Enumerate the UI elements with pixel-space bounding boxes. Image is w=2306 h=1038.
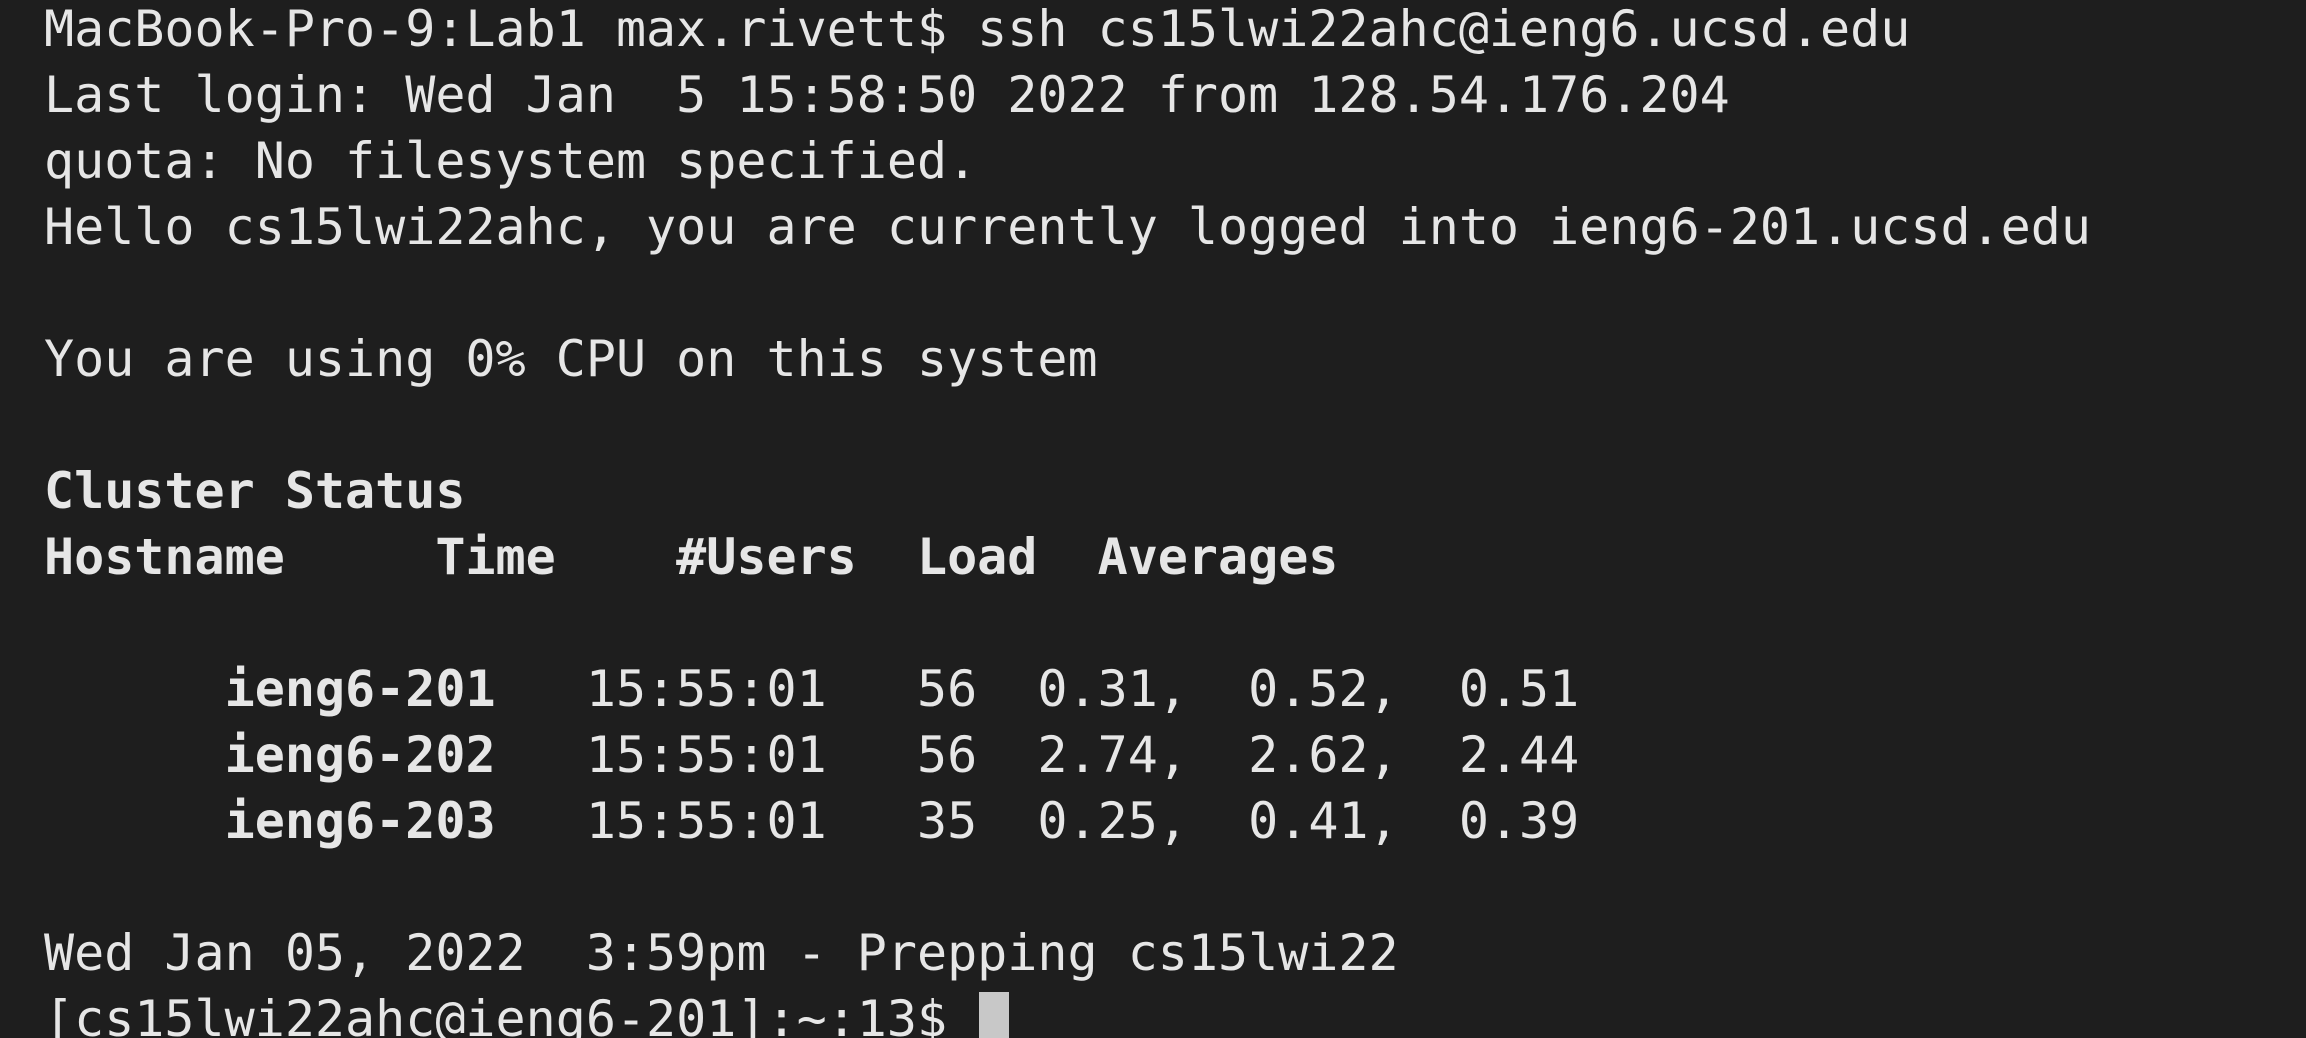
cluster-row: ieng6-201 15:55:01 56 0.31, 0.52, 0.51: [44, 590, 2091, 718]
cluster-row-values: 15:55:01 35 0.25, 0.41, 0.39: [495, 792, 1580, 850]
cluster-status-title: Cluster Status: [44, 462, 466, 520]
hello-line: Hello cs15lwi22ahc, you are currently lo…: [44, 198, 2091, 256]
cpu-usage-line: You are using 0% CPU on this system: [44, 330, 1098, 388]
text-cursor: [979, 992, 1010, 1038]
quota-line: quota: No filesystem specified.: [44, 132, 978, 190]
shell-prompt-line[interactable]: [cs15lwi22ahc@ieng6-201]:~:13$: [44, 986, 2091, 1038]
shell-prompt: [cs15lwi22ahc@ieng6-201]:~:13$: [44, 990, 978, 1038]
cluster-hostname: ieng6-201: [224, 660, 496, 718]
cluster-hostname: ieng6-202: [224, 726, 496, 784]
cluster-table-header: Hostname Time #Users Load Averages: [44, 528, 1339, 586]
cluster-row-values: 15:55:01 56 0.31, 0.52, 0.51: [495, 660, 1580, 718]
prep-line: Wed Jan 05, 2022 3:59pm - Prepping cs15l…: [44, 924, 1399, 982]
ssh-command-line: MacBook-Pro-9:Lab1 max.rivett$ ssh cs15l…: [44, 0, 1911, 58]
last-login-line: Last login: Wed Jan 5 15:58:50 2022 from…: [44, 66, 1730, 124]
cluster-hostname: ieng6-203: [224, 792, 496, 850]
cluster-row-values: 15:55:01 56 2.74, 2.62, 2.44: [495, 726, 1580, 784]
terminal-window[interactable]: MacBook-Pro-9:Lab1 max.rivett$ ssh cs15l…: [0, 0, 2306, 1038]
terminal-output: MacBook-Pro-9:Lab1 max.rivett$ ssh cs15l…: [44, 0, 2091, 1038]
